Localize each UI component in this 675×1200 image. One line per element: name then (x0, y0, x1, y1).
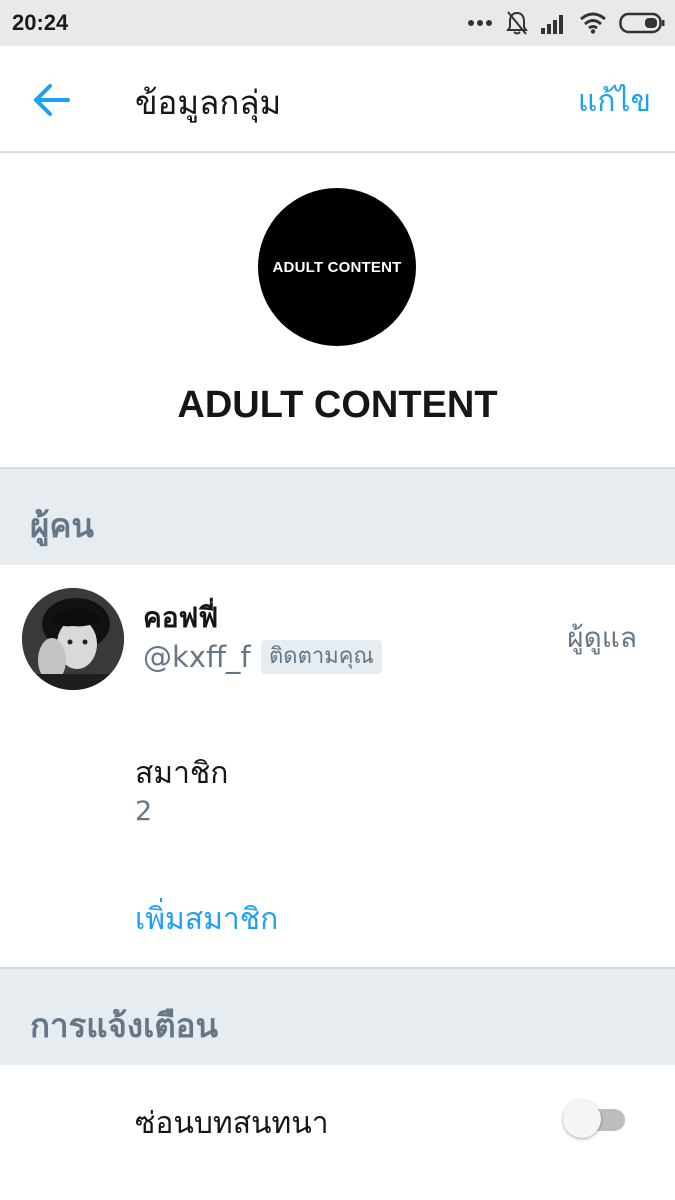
back-button[interactable] (30, 80, 74, 120)
group-avatar-text: ADULT CONTENT (272, 258, 402, 276)
members-count: 2 (135, 796, 153, 827)
hide-conversation-label: ซ่อนบทสนทนา (135, 1106, 329, 1141)
battery-icon (619, 12, 665, 34)
avatar[interactable] (22, 588, 124, 690)
notifications-section-header: การแจ้งเตือน (0, 967, 675, 1065)
page-title: ข้อมูลกลุ่ม (135, 83, 282, 122)
people-section-header: ผู้คน (0, 467, 675, 565)
group-avatar: ADULT CONTENT (258, 188, 416, 346)
wifi-icon (579, 12, 607, 34)
edit-button[interactable]: แก้ไข (578, 78, 651, 125)
member-role: ผู้ดูแล (567, 621, 637, 654)
member-handle: @kxff_f (143, 640, 251, 674)
status-time: 20:24 (12, 10, 69, 35)
add-member-button[interactable]: เพิ่มสมาชิก (135, 896, 278, 943)
group-name: ADULT CONTENT (177, 384, 498, 426)
member-row[interactable]: คอฟฟี่ @kxff_f ติดตามคุณ ผู้ดูแล (0, 568, 675, 708)
status-icons (467, 9, 665, 37)
more-dots-icon (467, 19, 493, 27)
follows-you-badge: ติดตามคุณ (261, 640, 382, 674)
people-section-title: ผู้คน (30, 506, 94, 545)
arrow-left-icon (30, 84, 74, 124)
toggle-thumb (563, 1100, 601, 1138)
status-bar: 20:24 (0, 0, 675, 46)
notifications-section-title: การแจ้งเตือน (30, 1006, 219, 1045)
signal-icon (541, 12, 567, 34)
member-name: คอฟฟี่ (143, 601, 219, 634)
members-label: สมาชิก (135, 756, 229, 791)
notifications-off-icon (505, 10, 529, 36)
hide-conversation-toggle[interactable] (563, 1100, 627, 1138)
app-bar: ข้อมูลกลุ่ม แก้ไข (0, 46, 675, 153)
